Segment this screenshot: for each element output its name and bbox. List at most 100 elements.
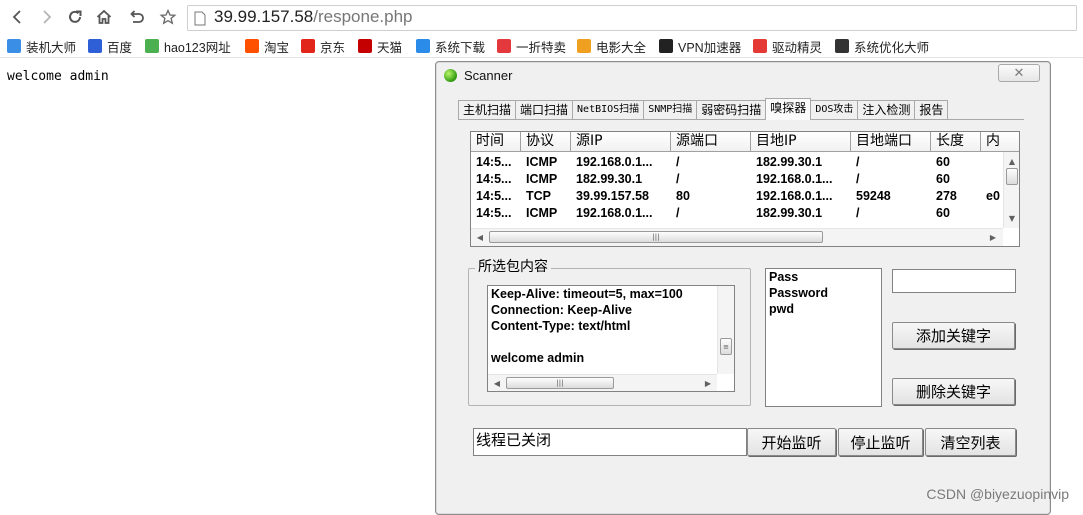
tab-2[interactable]: NetBIOS扫描 xyxy=(572,100,645,120)
table-horizontal-scrollbar[interactable]: ◀ ||| ▶ xyxy=(471,228,1003,246)
scanner-window: Scanner ✕ 主机扫描 端口扫描 NetBIOS扫描 SNMP扫描 弱密码扫描 嗅探… xyxy=(435,61,1051,515)
baidu-paw-icon xyxy=(88,39,102,53)
tab-panel-border xyxy=(458,119,1024,120)
bookmark-item[interactable]: hao123网址 xyxy=(145,37,231,55)
table-cell: / xyxy=(676,206,680,220)
column-header[interactable]: 源端口 xyxy=(671,132,751,152)
packet-list-table[interactable]: 时间 协议 源IP 源端口 目地IP 目地端口 长度内 14:5... ICMP 192.168… xyxy=(470,131,1020,247)
bookmark-item[interactable]: 淘宝 xyxy=(245,37,289,55)
tab-3[interactable]: SNMP扫描 xyxy=(643,100,698,120)
sale-icon xyxy=(497,39,511,53)
close-button[interactable]: ✕ xyxy=(998,64,1040,82)
reload-icon[interactable] xyxy=(64,6,86,28)
table-row[interactable]: 14:5... ICMP 192.168.0.1... / 182.99.30.1 / 60 xyxy=(471,154,1019,171)
table-header: 时间 协议 源IP 源端口 目地IP 目地端口 长度内 xyxy=(471,132,1019,152)
home-icon[interactable] xyxy=(93,6,115,28)
star-icon[interactable] xyxy=(157,6,179,28)
horizontal-scroll-thumb[interactable]: ||| xyxy=(489,231,823,243)
table-cell: ICMP xyxy=(526,172,558,186)
bookmark-label: 一折特卖 xyxy=(516,40,567,55)
back-icon[interactable] xyxy=(7,6,29,28)
bookmark-item[interactable]: VPN加速器 xyxy=(659,37,741,55)
add-keyword-button[interactable]: 添加关键字 xyxy=(892,322,1015,349)
watermark-text: CSDN @biyezuopinvip xyxy=(926,486,1069,502)
tab-1[interactable]: 端口扫描 xyxy=(515,100,574,120)
scroll-left-icon[interactable]: ◀ xyxy=(472,229,488,245)
table-cell: ICMP xyxy=(526,206,558,220)
tab-4[interactable]: 弱密码扫描 xyxy=(696,100,767,120)
content-line: Keep-Alive: timeout=5, max=100 xyxy=(491,287,683,301)
status-field: 线程已关闭 xyxy=(473,428,747,456)
content-scroll-right-icon[interactable]: ▶ xyxy=(700,375,716,391)
scanner-app-icon xyxy=(444,69,457,82)
tab-7[interactable]: 注入检测 xyxy=(857,100,916,120)
bookmark-label: 系统优化大师 xyxy=(854,40,930,55)
tab-8[interactable]: 报告 xyxy=(914,100,949,120)
keyword-item[interactable]: pwd xyxy=(766,301,881,317)
keyword-item[interactable]: Pass xyxy=(766,269,881,285)
window-title: Scanner xyxy=(464,68,513,83)
table-cell: 278 xyxy=(936,189,957,203)
table-vertical-scrollbar[interactable]: ▲ ▼ xyxy=(1003,152,1019,228)
tab-5[interactable]: 嗅探器 xyxy=(765,98,812,120)
stop-listen-button[interactable]: 停止监听 xyxy=(838,428,923,456)
bookmark-item[interactable]: 装机大师 xyxy=(7,37,76,55)
table-row[interactable]: 14:5... ICMP 182.99.30.1 / 192.168.0.1... / 60 xyxy=(471,171,1019,188)
content-horizontal-scrollbar[interactable]: ◀ ||| ▶ xyxy=(488,374,717,391)
content-vertical-scrollbar[interactable]: ≡ xyxy=(717,286,734,374)
scroll-right-icon[interactable]: ▶ xyxy=(985,229,1001,245)
tab-0[interactable]: 主机扫描 xyxy=(458,100,517,120)
forward-icon[interactable] xyxy=(35,6,57,28)
bookmark-label: VPN加速器 xyxy=(678,40,742,55)
bookmark-item[interactable]: 系统下载 xyxy=(416,37,485,55)
address-bar[interactable]: 39.99.157.58/respone.php xyxy=(187,5,1077,31)
content-line: Content-Type: text/html xyxy=(491,319,631,333)
column-header[interactable]: 目地端口 xyxy=(851,132,931,152)
undo-icon[interactable] xyxy=(125,6,147,28)
bookmark-item[interactable]: 天猫 xyxy=(358,37,402,55)
groupbox-label: 所选包内容 xyxy=(475,259,551,275)
clear-list-button[interactable]: 清空列表 xyxy=(925,428,1016,456)
table-cell: 39.99.157.58 xyxy=(576,189,649,203)
column-header[interactable]: 长度 xyxy=(931,132,981,152)
bookmark-item[interactable]: 一折特卖 xyxy=(497,37,566,55)
film-reel-icon xyxy=(577,39,591,53)
bookmark-item[interactable]: 京东 xyxy=(301,37,345,55)
column-header[interactable]: 源IP xyxy=(571,132,671,152)
keyword-item[interactable]: Password xyxy=(766,285,881,301)
bookmark-item[interactable]: 驱动精灵 xyxy=(753,37,822,55)
column-header[interactable]: 内 xyxy=(981,132,1019,152)
scroll-down-icon[interactable]: ▼ xyxy=(1004,210,1019,226)
content-vertical-thumb[interactable]: ≡ xyxy=(720,338,732,355)
scanner-titlebar[interactable]: Scanner ✕ xyxy=(436,62,1050,88)
scroll-up-icon[interactable]: ▲ xyxy=(1004,153,1019,169)
start-listen-button[interactable]: 开始监听 xyxy=(747,428,836,456)
bookmark-item[interactable]: 百度 xyxy=(88,37,132,55)
table-cell: 192.168.0.1... xyxy=(576,155,653,169)
keyword-input[interactable] xyxy=(892,269,1016,293)
vertical-scroll-thumb[interactable] xyxy=(1006,168,1018,185)
table-cell: / xyxy=(856,155,860,169)
column-header[interactable]: 时间 xyxy=(471,132,521,152)
bookmark-item[interactable]: 电影大全 xyxy=(577,37,646,55)
table-row[interactable]: 14:5... ICMP 192.168.0.1... / 182.99.30.1 / 60 xyxy=(471,205,1019,222)
keyword-list[interactable]: Pass Password pwd xyxy=(765,268,882,407)
column-header[interactable]: 协议 xyxy=(521,132,571,152)
table-cell: 182.99.30.1 xyxy=(756,155,823,169)
content-line: welcome admin xyxy=(491,351,585,365)
tab-6[interactable]: DOS攻击 xyxy=(810,100,859,120)
column-header[interactable]: 目地IP xyxy=(751,132,851,152)
optimizer-icon xyxy=(835,39,849,53)
bookmark-label: 天猫 xyxy=(377,40,403,55)
table-cell: 80 xyxy=(676,189,690,203)
bookmark-item[interactable]: 系统优化大师 xyxy=(835,37,929,55)
delete-keyword-button[interactable]: 删除关键字 xyxy=(892,378,1015,405)
content-scroll-left-icon[interactable]: ◀ xyxy=(489,375,505,391)
content-horizontal-thumb[interactable]: ||| xyxy=(506,377,614,389)
packet-content-textarea[interactable]: Keep-Alive: timeout=5, max=100 Connection… xyxy=(487,285,735,392)
page-body-text: welcome admin xyxy=(7,69,109,84)
table-cell: 59248 xyxy=(856,189,891,203)
table-cell: TCP xyxy=(526,189,551,203)
table-row[interactable]: 14:5... TCP 39.99.157.58 80 192.168.0.1... 59… xyxy=(471,188,1019,205)
content-line: Connection: Keep-Alive xyxy=(491,303,632,317)
